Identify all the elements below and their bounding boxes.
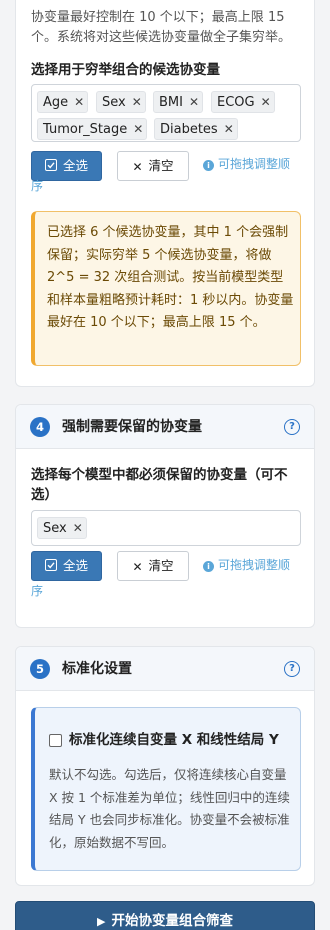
checkbox-check-icon xyxy=(44,159,57,171)
candidate-covariates-select[interactable]: Age ✕ Sex ✕ BMI ✕ ECOG ✕ Tumor_Stage ✕ Diabet… xyxy=(31,84,301,142)
section-title: 强制需要保留的协变量 xyxy=(62,419,202,435)
play-icon: ▶ xyxy=(97,915,106,928)
step-badge: 4 xyxy=(30,417,50,437)
close-icon: ✕ xyxy=(132,560,143,574)
tag-bmi[interactable]: BMI ✕ xyxy=(153,91,203,113)
drag-hint-cont: 序 xyxy=(31,584,44,598)
select-all-button[interactable]: 全选 xyxy=(31,551,102,581)
forced-covariates-select[interactable]: Sex ✕ xyxy=(31,510,301,546)
forced-covariates-label: 选择每个模型中都必须保留的协变量（可不选） xyxy=(31,467,288,503)
warning-text: 已选择 6 个候选协变量，其中 1 个会强制保留；实际穷举 5 个候选协变量，将… xyxy=(47,225,294,330)
start-screening-button[interactable]: ▶ 开始协变量组合筛查 xyxy=(15,901,315,930)
clear-button[interactable]: ✕ 清空 xyxy=(117,551,189,581)
tag-sex[interactable]: Sex ✕ xyxy=(96,91,146,113)
section-header: 4 强制需要保留的协变量 ? xyxy=(16,405,314,449)
standardize-checkbox[interactable] xyxy=(49,734,62,747)
candidate-intro-text: 协变量最好控制在 10 个以下；最高上限 15 个。系统将对这些候选协变量做全子… xyxy=(31,10,292,45)
remove-icon[interactable]: ✕ xyxy=(258,92,274,112)
page: 协变量最好控制在 10 个以下；最高上限 15 个。系统将对这些候选协变量做全子… xyxy=(0,0,330,930)
help-icon[interactable]: ? xyxy=(284,419,300,435)
remove-icon[interactable]: ✕ xyxy=(130,119,146,139)
remove-icon[interactable]: ✕ xyxy=(70,518,86,538)
tag-age[interactable]: Age ✕ xyxy=(37,91,89,113)
tag-ecog[interactable]: ECOG ✕ xyxy=(211,91,275,113)
remove-icon[interactable]: ✕ xyxy=(129,92,145,112)
remove-icon[interactable]: ✕ xyxy=(186,92,202,112)
section-title: 标准化设置 xyxy=(62,661,132,677)
tag-tumor-stage[interactable]: Tumor_Stage ✕ xyxy=(37,118,148,140)
standardization-card: 5 标准化设置 ? 标准化连续自变量 X 和线性结局 Y 默认不勾选。勾选后，仅… xyxy=(15,646,315,886)
forced-covariates-card: 4 强制需要保留的协变量 ? 选择每个模型中都必须保留的协变量（可不选） Sex… xyxy=(15,404,315,628)
help-icon[interactable]: ? xyxy=(284,661,300,677)
info-icon: i xyxy=(203,160,214,171)
standardize-checkbox-label[interactable]: 标准化连续自变量 X 和线性结局 Y xyxy=(69,730,279,750)
candidate-covariates-label: 选择用于穷举组合的候选协变量 xyxy=(31,62,220,78)
candidate-covariates-card: 协变量最好控制在 10 个以下；最高上限 15 个。系统将对这些候选协变量做全子… xyxy=(15,0,315,387)
close-icon: ✕ xyxy=(132,160,143,174)
info-icon: i xyxy=(203,561,214,572)
tag-diabetes[interactable]: Diabetes ✕ xyxy=(154,118,238,140)
combination-warning: 已选择 6 个候选协变量，其中 1 个会强制保留；实际穷举 5 个候选协变量，将… xyxy=(31,211,301,366)
standardization-option: 标准化连续自变量 X 和线性结局 Y 默认不勾选。勾选后，仅将连续核心自变量 X… xyxy=(31,707,301,871)
clear-button[interactable]: ✕ 清空 xyxy=(117,151,189,181)
step-badge: 5 xyxy=(30,659,50,679)
remove-icon[interactable]: ✕ xyxy=(221,119,237,139)
checkbox-check-icon xyxy=(44,559,57,571)
standardization-description: 默认不勾选。勾选后，仅将连续核心自变量 X 按 1 个标准差为单位；线性回归中的… xyxy=(49,767,290,850)
tag-sex[interactable]: Sex ✕ xyxy=(37,517,87,539)
drag-hint-cont: 序 xyxy=(31,179,44,193)
drag-hint: i 可拖拽调整顺 xyxy=(203,555,290,575)
remove-icon[interactable]: ✕ xyxy=(71,92,87,112)
section-header: 5 标准化设置 ? xyxy=(16,647,314,691)
drag-hint: i 可拖拽调整顺 xyxy=(203,154,290,174)
